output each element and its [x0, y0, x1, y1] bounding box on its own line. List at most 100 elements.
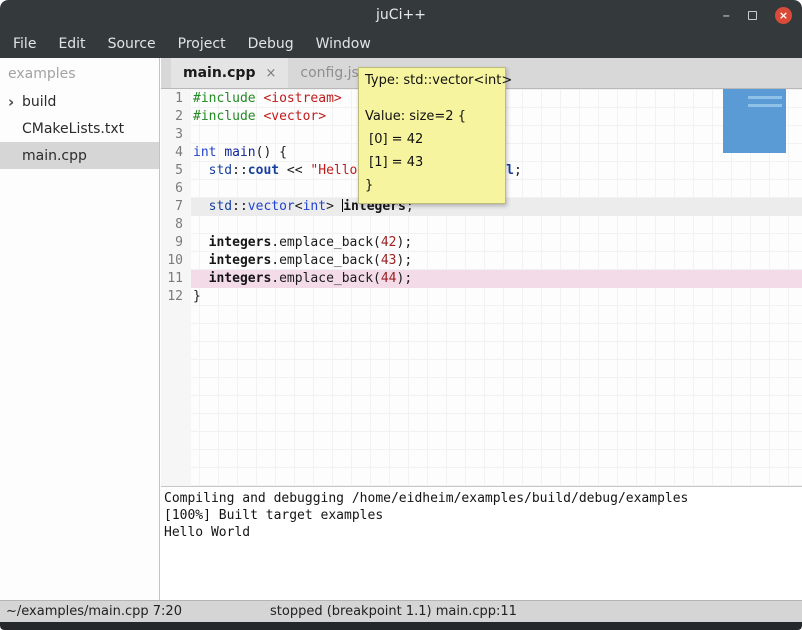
line-number: 8 [161, 216, 191, 234]
code-line[interactable]: integers.emplace_back(43); [191, 252, 802, 270]
line-number: 11 [161, 270, 191, 288]
editor-line: 12} [161, 288, 802, 306]
editor-line: 9 integers.emplace_back(42); [161, 234, 802, 252]
code-token: . [271, 253, 279, 268]
code-token: < [295, 199, 303, 214]
code-token: integers [209, 271, 272, 286]
sidebar-item-build[interactable]: ›build [0, 88, 159, 115]
sidebar: examples ›build CMakeLists.txt main.cpp [0, 58, 160, 600]
menu-item-edit[interactable]: Edit [47, 32, 96, 56]
code-token: <iostream> [263, 91, 341, 106]
code-token: ); [397, 271, 413, 286]
code-token: int [303, 199, 326, 214]
code-token: ; [514, 163, 522, 178]
line-number: 3 [161, 126, 191, 144]
editor-line: 10 integers.emplace_back(43); [161, 252, 802, 270]
menu-item-project[interactable]: Project [167, 32, 237, 56]
titlebar[interactable]: juCi++ – × [0, 0, 802, 30]
menu-item-source[interactable]: Source [97, 32, 167, 56]
code-token: emplace_back [279, 271, 373, 286]
close-tab-icon[interactable]: × [265, 66, 276, 81]
tab-main-cpp[interactable]: main.cpp× [171, 58, 288, 88]
code-token: std [209, 199, 232, 214]
code-token: std [209, 163, 232, 178]
code-line[interactable]: integers.emplace_back(44); [191, 270, 802, 288]
code-token: ( [373, 253, 381, 268]
code-line[interactable] [191, 216, 802, 234]
editor-line: 8 [161, 216, 802, 234]
code-token: vector [248, 199, 295, 214]
line-number: 1 [161, 90, 191, 108]
overview-line [748, 104, 782, 107]
code-token: ( [373, 271, 381, 286]
code-token: integers [209, 235, 272, 250]
editor-line: 11 integers.emplace_back(44); [161, 270, 802, 288]
tooltip-type-line: Type: std::vector<int> [365, 72, 499, 90]
status-file-position: ~/examples/main.cpp 7:20 [6, 604, 182, 619]
code-token [193, 163, 209, 178]
app-window: juCi++ – × FileEditSourceProjectDebugWin… [0, 0, 802, 630]
file-tree: ›build CMakeLists.txt main.cpp [0, 88, 159, 169]
terminal-line: Hello World [164, 524, 802, 541]
code-token: ); [397, 235, 413, 250]
tooltip-line: } [365, 174, 499, 197]
tooltip-line: [0] = 42 [365, 128, 499, 151]
menu-item-debug[interactable]: Debug [237, 32, 305, 56]
window-bottom-border [0, 622, 802, 630]
tooltip-body: Value: size=2 { [0] = 42 [1] = 43} [365, 105, 499, 197]
debug-value-tooltip: Type: std::vector<int> Value: size=2 { [… [358, 67, 506, 204]
code-line[interactable]: } [191, 288, 802, 306]
overview-line [748, 96, 782, 99]
window-controls: – × [723, 0, 793, 30]
line-number: 9 [161, 234, 191, 252]
code-token: } [193, 289, 201, 304]
close-button[interactable]: × [775, 7, 792, 24]
sidebar-item-cmakelists-txt[interactable]: CMakeLists.txt [0, 115, 159, 142]
terminal-line: Compiling and debugging /home/eidheim/ex… [164, 490, 802, 507]
code-token: integers [209, 253, 272, 268]
code-token: . [271, 235, 279, 250]
line-number: 7 [161, 198, 191, 216]
tree-item-label: CMakeLists.txt [22, 121, 124, 137]
project-name: examples [0, 58, 159, 88]
sidebar-item-main-cpp[interactable]: main.cpp [0, 142, 159, 169]
scroll-overview[interactable] [723, 89, 786, 153]
code-token: ); [397, 253, 413, 268]
line-number: 4 [161, 144, 191, 162]
code-token [193, 235, 209, 250]
terminal-line: [100%] Built target examples [164, 507, 802, 524]
menu-item-file[interactable]: File [2, 32, 47, 56]
code-token: :: [232, 199, 248, 214]
menubar: FileEditSourceProjectDebugWindow [0, 30, 802, 58]
terminal-panel[interactable]: Compiling and debugging /home/eidheim/ex… [161, 486, 802, 600]
code-token [193, 199, 209, 214]
code-token: () { [256, 145, 287, 160]
maximize-icon[interactable] [748, 11, 757, 20]
code-token: 43 [381, 253, 397, 268]
code-token: emplace_back [279, 253, 373, 268]
status-debug-state: stopped (breakpoint 1.1) main.cpp:11 [270, 604, 517, 619]
minimize-button[interactable]: – [723, 10, 731, 20]
statusbar: ~/examples/main.cpp 7:20 stopped (breakp… [0, 600, 802, 622]
code-token: cout [248, 163, 279, 178]
code-token [193, 253, 209, 268]
code-token: emplace_back [279, 235, 373, 250]
line-number: 12 [161, 288, 191, 306]
window-title: juCi++ [376, 7, 426, 23]
code-token: #include [193, 109, 256, 124]
line-number: 10 [161, 252, 191, 270]
code-token [193, 271, 209, 286]
code-token: 42 [381, 235, 397, 250]
terminal-output: Compiling and debugging /home/eidheim/ex… [164, 490, 802, 541]
code-line[interactable]: integers.emplace_back(42); [191, 234, 802, 252]
code-token: int [193, 145, 216, 160]
menu-item-window[interactable]: Window [305, 32, 382, 56]
code-token: <vector> [263, 109, 326, 124]
chevron-right-icon: › [8, 93, 22, 111]
code-token: 44 [381, 271, 397, 286]
line-number: 2 [161, 108, 191, 126]
tooltip-line: [1] = 43 [365, 151, 499, 174]
code-token: main [224, 145, 255, 160]
code-token: << [279, 163, 310, 178]
code-token: > [326, 199, 342, 214]
